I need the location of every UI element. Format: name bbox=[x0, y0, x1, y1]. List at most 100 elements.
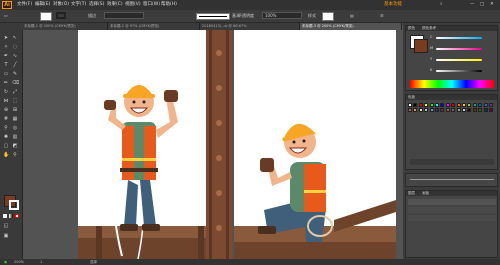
scale-tool-icon[interactable]: ⤢ bbox=[12, 89, 18, 95]
menu-help[interactable]: 帮助(H) bbox=[161, 1, 177, 9]
gradient-tool-icon[interactable]: ▦ bbox=[12, 116, 18, 122]
swatch-chip[interactable] bbox=[456, 108, 461, 113]
stroke-color-box[interactable] bbox=[9, 200, 19, 210]
swatch-chip[interactable] bbox=[456, 103, 461, 107]
free-transform-icon[interactable]: ⬚ bbox=[12, 98, 18, 104]
swatch-chip[interactable] bbox=[462, 103, 466, 107]
line-tool-icon[interactable]: ╱ bbox=[12, 62, 18, 68]
menu-edit[interactable]: 编辑(E) bbox=[35, 1, 50, 9]
paintbrush-icon[interactable]: ✎ bbox=[12, 71, 18, 77]
workspace-switcher[interactable]: 基本功能 bbox=[384, 1, 402, 9]
color-mode-icon[interactable] bbox=[3, 214, 7, 218]
yellow-slider[interactable] bbox=[436, 59, 482, 61]
width-tool-icon[interactable]: ⋈ bbox=[3, 98, 9, 104]
swatch-chip[interactable] bbox=[472, 103, 477, 107]
zoom-tool-icon[interactable]: ⚲ bbox=[12, 152, 18, 158]
menu-view[interactable]: 视图(V) bbox=[125, 1, 141, 9]
swatch-chip[interactable] bbox=[478, 108, 483, 113]
swatch-chip[interactable] bbox=[445, 103, 450, 107]
magic-wand-icon[interactable]: ✧ bbox=[3, 44, 9, 50]
swatch-chip[interactable] bbox=[418, 108, 423, 113]
swatch-chip[interactable] bbox=[451, 108, 456, 113]
menu-select[interactable]: 选择(S) bbox=[89, 1, 104, 9]
maximize-icon[interactable]: □ bbox=[480, 1, 484, 9]
tab-artboards[interactable]: 画板 bbox=[422, 191, 429, 195]
menu-type[interactable]: 文字(T) bbox=[71, 1, 86, 9]
swatch-chip[interactable] bbox=[413, 108, 418, 113]
swatch-chip[interactable] bbox=[429, 103, 434, 107]
swatch-chip[interactable] bbox=[408, 108, 412, 113]
swatch-chip[interactable] bbox=[483, 108, 488, 113]
perspective-grid-icon[interactable]: ⊞ bbox=[12, 107, 18, 113]
eyedropper-icon[interactable]: ⚲ bbox=[3, 125, 9, 131]
menu-window[interactable]: 窗口(W) bbox=[143, 1, 160, 9]
swatch-chip[interactable] bbox=[440, 108, 445, 113]
menu-file[interactable]: 文件(F) bbox=[17, 1, 32, 9]
stroke-swatch[interactable] bbox=[56, 12, 66, 19]
document-setup-icon[interactable]: ▤ bbox=[350, 13, 354, 18]
tab-color-guide[interactable]: 颜色参考 bbox=[422, 26, 436, 30]
none-mode-icon[interactable] bbox=[15, 214, 19, 218]
swatch-chip[interactable] bbox=[445, 108, 450, 113]
pencil-tool-icon[interactable]: ✏ bbox=[3, 80, 9, 86]
layer-row[interactable] bbox=[408, 199, 496, 205]
swatch-chip[interactable] bbox=[418, 103, 423, 107]
swatch-chip[interactable] bbox=[462, 108, 466, 113]
black-slider[interactable] bbox=[436, 70, 482, 72]
slice-tool-icon[interactable]: ◩ bbox=[12, 143, 18, 149]
swatch-chip[interactable] bbox=[478, 103, 483, 107]
swatch-chip[interactable] bbox=[408, 103, 412, 107]
tab-document-1[interactable]: 未标题-1 @ 200% (CMYK/预览) bbox=[22, 23, 108, 30]
direct-selection-tool-icon[interactable]: ↖ bbox=[12, 35, 18, 41]
swatch-chip[interactable] bbox=[467, 108, 472, 113]
type-tool-icon[interactable]: T bbox=[3, 62, 9, 68]
menu-object[interactable]: 对象(O) bbox=[53, 1, 69, 9]
shape-builder-icon[interactable]: ⊕ bbox=[3, 107, 9, 113]
swatch-chip[interactable] bbox=[472, 108, 477, 113]
fill-swatch[interactable] bbox=[40, 12, 52, 21]
tab-document-2[interactable]: 未标题-2 @ 97% (CMYK/预览) bbox=[108, 23, 200, 30]
gradient-mode-icon[interactable] bbox=[9, 214, 13, 218]
menu-effect[interactable]: 效果(C) bbox=[107, 1, 123, 9]
curvature-tool-icon[interactable]: ∿ bbox=[12, 53, 18, 59]
swatch-chip[interactable] bbox=[435, 103, 439, 107]
swatch-chip[interactable] bbox=[429, 108, 434, 113]
color-spectrum[interactable] bbox=[410, 80, 494, 88]
graph-tool-icon[interactable]: ▥ bbox=[12, 134, 18, 140]
cyan-slider[interactable] bbox=[436, 37, 482, 39]
swatch-chip[interactable] bbox=[489, 108, 493, 113]
swatch-chip[interactable] bbox=[435, 108, 439, 113]
arrange-icon[interactable]: ☰ bbox=[380, 13, 384, 18]
artboard-right[interactable] bbox=[234, 30, 396, 259]
eraser-icon[interactable]: ⌫ bbox=[12, 80, 19, 86]
selection-tool-icon[interactable]: ➤ bbox=[3, 35, 9, 41]
screen-mode-icon[interactable]: ▣ bbox=[3, 233, 9, 239]
stroke-weight-field[interactable] bbox=[104, 12, 144, 19]
mesh-tool-icon[interactable]: # bbox=[3, 116, 9, 122]
search-icon[interactable]: ⌕ bbox=[440, 1, 443, 9]
graphic-style-swatch[interactable] bbox=[322, 12, 334, 21]
swatch-chip[interactable] bbox=[489, 103, 493, 107]
swatch-chip[interactable] bbox=[424, 103, 429, 107]
swatch-chip[interactable] bbox=[440, 103, 445, 107]
opacity-field[interactable]: 100% bbox=[262, 12, 302, 19]
tab-document-4[interactable]: 未标题-3 @ 200% (CMYK/预览) bbox=[300, 23, 402, 30]
magenta-slider[interactable] bbox=[436, 48, 482, 50]
minimize-icon[interactable]: — bbox=[470, 1, 475, 9]
draw-normal-icon[interactable]: ◱ bbox=[3, 223, 9, 229]
pen-tool-icon[interactable]: ✒ bbox=[3, 53, 9, 59]
close-icon[interactable]: ✕ bbox=[490, 1, 494, 9]
tab-document-3[interactable]: 20180413/...ai @ 66.67% bbox=[200, 23, 300, 30]
symbol-sprayer-icon[interactable]: ✺ bbox=[3, 134, 9, 140]
tab-layers[interactable]: 图层 bbox=[408, 191, 415, 195]
hand-tool-icon[interactable]: ✋ bbox=[3, 152, 9, 158]
panel-stroke-swatch[interactable] bbox=[414, 39, 428, 53]
rectangle-tool-icon[interactable]: ▭ bbox=[3, 71, 9, 77]
canvas-area[interactable] bbox=[23, 30, 403, 259]
blend-tool-icon[interactable]: ◎ bbox=[12, 125, 18, 131]
layer-row[interactable] bbox=[408, 215, 496, 221]
swatch-chip[interactable] bbox=[413, 103, 418, 107]
tab-color[interactable]: 颜色 bbox=[408, 26, 415, 30]
rotate-tool-icon[interactable]: ↻ bbox=[3, 89, 9, 95]
brush-preview[interactable] bbox=[196, 13, 230, 20]
